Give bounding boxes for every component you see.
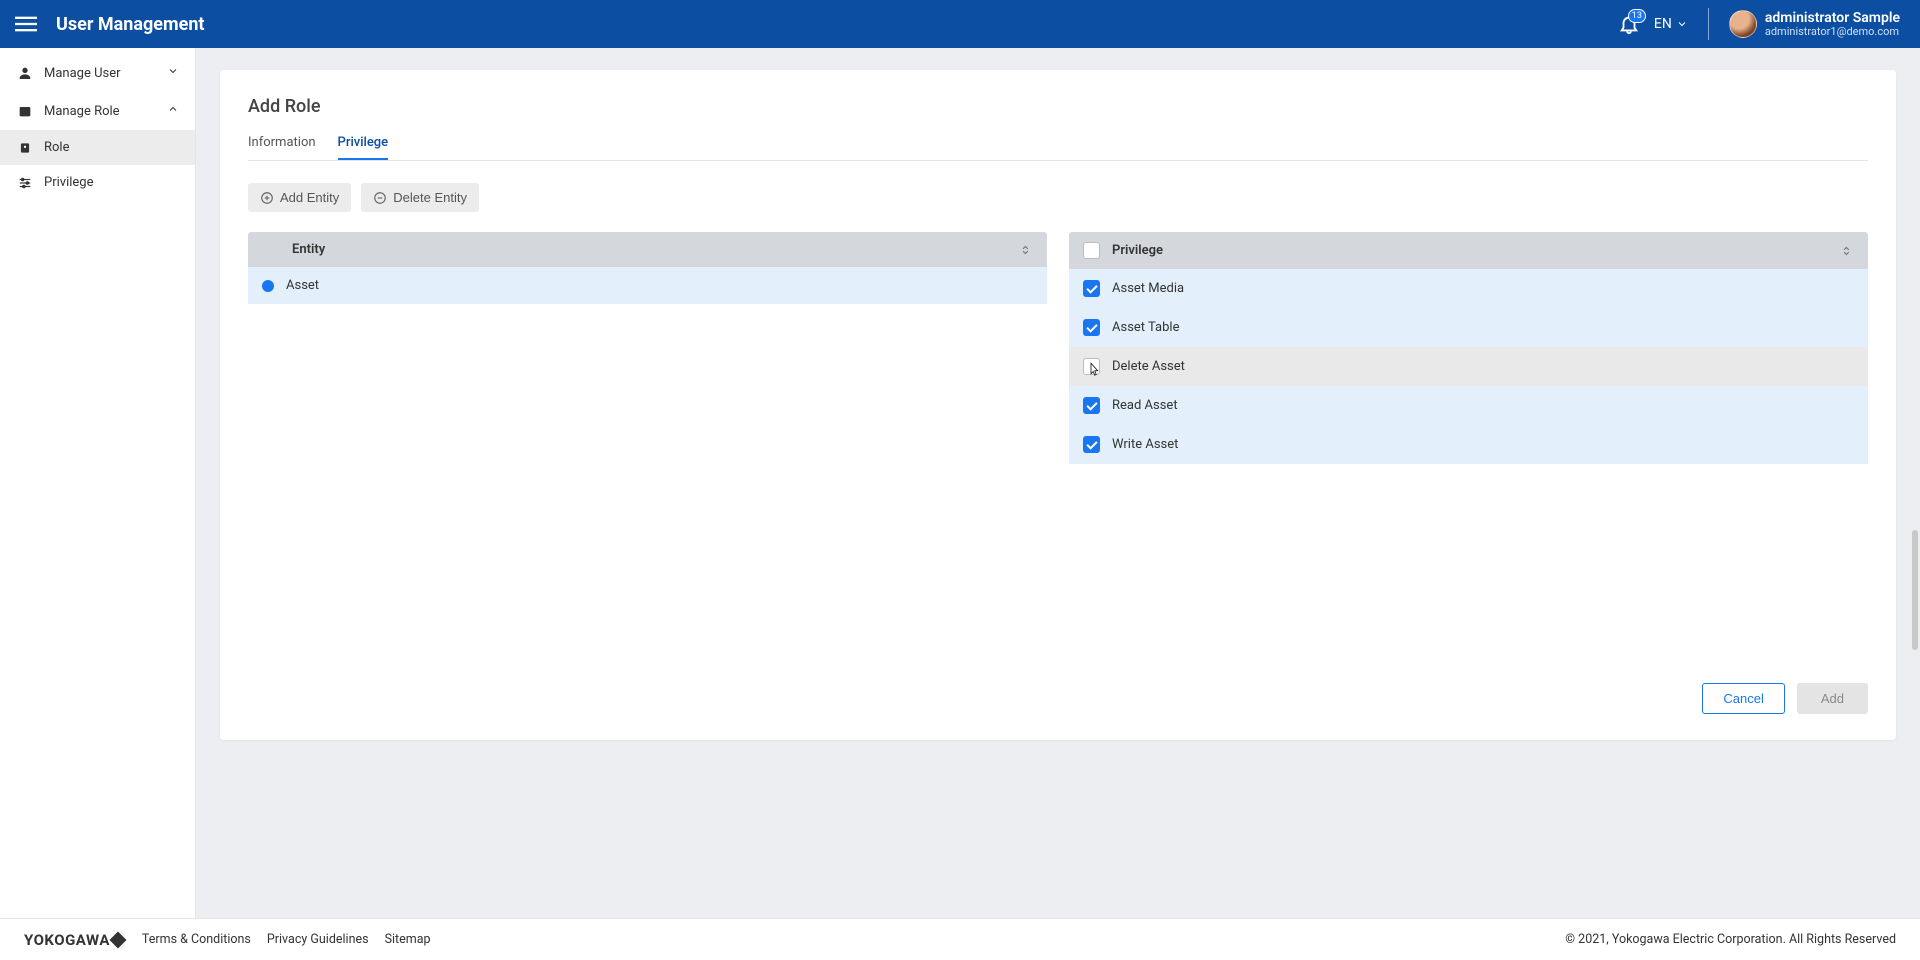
entity-table-header[interactable]: Entity (248, 232, 1047, 267)
privilege-row[interactable]: Delete Asset (1069, 347, 1868, 386)
privilege-table: Privilege Asset Media Asset Table (1069, 232, 1868, 464)
privilege-checkbox[interactable] (1083, 397, 1100, 414)
privilege-row[interactable]: Write Asset (1069, 425, 1868, 464)
divider (1708, 8, 1709, 40)
privilege-row[interactable]: Asset Table (1069, 308, 1868, 347)
privilege-checkbox[interactable] (1083, 319, 1100, 336)
topbar: User Management 13 EN administrator Samp… (0, 0, 1920, 48)
footer-link-sitemap[interactable]: Sitemap (385, 932, 431, 947)
hamburger-menu-icon[interactable] (12, 10, 40, 38)
button-label: Add Entity (280, 190, 339, 205)
sidebar-item-label: Role (44, 140, 69, 155)
privilege-label: Write Asset (1112, 437, 1178, 452)
cancel-button[interactable]: Cancel (1702, 683, 1784, 714)
tabs: Information Privilege (248, 135, 1868, 161)
privilege-checkbox[interactable] (1083, 436, 1100, 453)
chevron-down-icon (167, 65, 179, 81)
notifications-button[interactable]: 13 (1618, 13, 1640, 35)
plus-circle-icon (260, 191, 274, 205)
role-icon (16, 102, 34, 120)
column-header-label: Entity (292, 242, 325, 257)
radio-selected-icon[interactable] (262, 280, 274, 292)
privilege-checkbox[interactable] (1083, 280, 1100, 297)
privilege-table-header[interactable]: Privilege (1069, 232, 1868, 269)
chevron-down-icon (1676, 18, 1688, 30)
button-label: Delete Entity (393, 190, 467, 205)
footer-link-privacy[interactable]: Privacy Guidelines (267, 932, 369, 947)
user-icon (16, 64, 34, 82)
notification-badge: 13 (1628, 9, 1646, 23)
panel: Add Role Information Privilege Add Entit… (220, 70, 1896, 740)
privilege-label: Delete Asset (1112, 359, 1185, 374)
language-label: EN (1654, 16, 1672, 32)
sort-icon[interactable] (1840, 244, 1854, 258)
chevron-up-icon (167, 103, 179, 119)
copyright-text: © 2021, Yokogawa Electric Corporation. A… (1565, 932, 1896, 947)
sliders-icon (18, 176, 34, 190)
select-all-checkbox[interactable] (1083, 242, 1100, 259)
entity-label: Asset (286, 278, 319, 293)
minus-circle-icon (373, 191, 387, 205)
panel-title: Add Role (248, 96, 1868, 117)
main-content: Add Role Information Privilege Add Entit… (196, 48, 1920, 918)
entity-row[interactable]: Asset (248, 267, 1047, 304)
brand-logo: YOKOGAWA (24, 931, 124, 949)
privilege-label: Asset Table (1112, 320, 1179, 335)
sidebar-item-manage-role[interactable]: Manage Role (0, 92, 195, 130)
tab-privilege[interactable]: Privilege (338, 135, 389, 160)
sidebar-item-label: Privilege (44, 175, 93, 190)
sort-icon[interactable] (1019, 243, 1033, 257)
language-selector[interactable]: EN (1654, 16, 1688, 32)
privilege-checkbox[interactable] (1083, 358, 1100, 375)
privilege-label: Read Asset (1112, 398, 1178, 413)
badge-icon (18, 141, 34, 155)
user-email: administrator1@demo.com (1765, 26, 1900, 39)
column-header-label: Privilege (1112, 243, 1163, 258)
add-button[interactable]: Add (1797, 683, 1868, 714)
user-name: administrator Sample (1765, 10, 1900, 26)
sidebar-item-manage-user[interactable]: Manage User (0, 54, 195, 92)
privilege-label: Asset Media (1112, 281, 1184, 296)
sidebar-item-label: Manage User (44, 66, 121, 81)
delete-entity-button[interactable]: Delete Entity (361, 183, 479, 212)
sidebar-item-label: Manage Role (44, 104, 120, 119)
privilege-row[interactable]: Read Asset (1069, 386, 1868, 425)
sidebar-subitem-role[interactable]: Role (0, 130, 195, 165)
scrollbar-thumb[interactable] (1912, 530, 1918, 650)
privilege-row[interactable]: Asset Media (1069, 269, 1868, 308)
user-menu[interactable]: administrator Sample administrator1@demo… (1729, 10, 1908, 39)
page-title: User Management (56, 14, 205, 35)
footer: YOKOGAWA Terms & Conditions Privacy Guid… (0, 918, 1920, 960)
scrollbar[interactable] (1910, 50, 1918, 910)
sidebar-subitem-privilege[interactable]: Privilege (0, 165, 195, 200)
tab-information[interactable]: Information (248, 135, 316, 160)
avatar (1729, 10, 1757, 38)
add-entity-button[interactable]: Add Entity (248, 183, 351, 212)
sidebar: Manage User Manage Role Role (0, 48, 196, 918)
entity-table: Entity Asset (248, 232, 1047, 304)
footer-link-terms[interactable]: Terms & Conditions (142, 932, 251, 947)
